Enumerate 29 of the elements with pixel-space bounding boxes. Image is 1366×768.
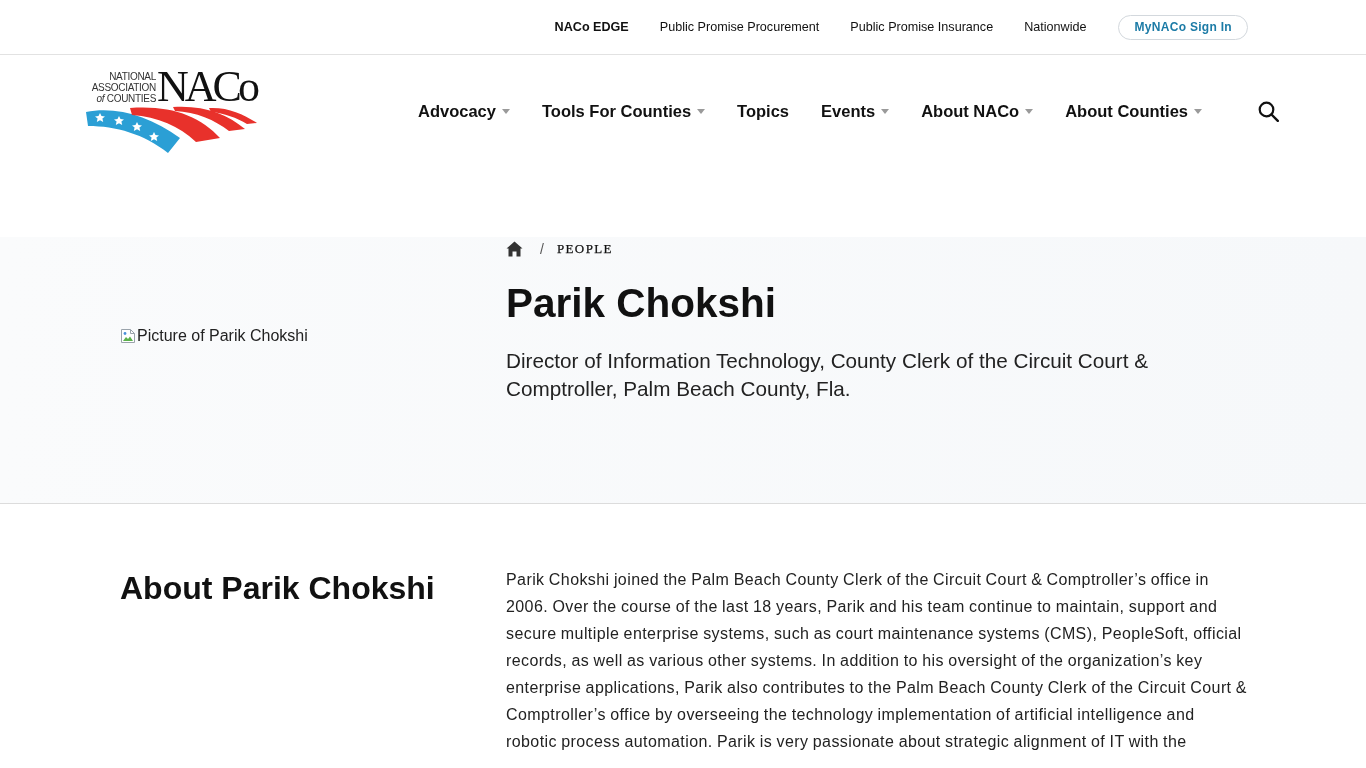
- nav-menu-item[interactable]: Events: [821, 101, 890, 121]
- caret-icon: [697, 108, 706, 114]
- logo-wordmark[interactable]: NACo: [157, 69, 256, 105]
- nav-menu-item[interactable]: About Counties: [1065, 101, 1203, 121]
- stars-and-stripes-icon[interactable]: [86, 105, 258, 153]
- home-icon[interactable]: [506, 241, 523, 257]
- top-bar-link[interactable]: NACo EDGE: [554, 20, 629, 34]
- top-bar-link[interactable]: Public Promise Insurance: [850, 20, 994, 34]
- nav-menu-item[interactable]: Topics: [737, 101, 790, 121]
- search-icon[interactable]: [1258, 100, 1279, 122]
- photo-alt-text: Picture of Parik Chokshi: [137, 326, 308, 345]
- person-name: Parik Chokshi: [506, 279, 778, 327]
- breadcrumb-link[interactable]: PEOPLE: [556, 241, 613, 257]
- sign-in-button[interactable]: MyNACo Sign In: [1118, 14, 1248, 40]
- bio-paragraph: Parik Chokshi joined the Palm Beach County Clerk of the Circuit Court & Comptroller’s office in 2006. Over the course of the last 18 years, Parik and his team continue to maintain, support and secure multiple enterprise systems, such as court maintenance systems (CMS), PeopleSoft, official records, as well as various other systems. In addition to his oversight of the organization’s key enterprise applications, Parik also contributes to the Palm Beach County Clerk of the Circuit Court & Comptroller’s office by overseeing the technology implementation of artificial intelligence and robotic process automation. Parik is very passionate about strategic alignment of IT with the: [506, 570, 1247, 752]
- caret-icon: [881, 108, 890, 114]
- nav-menu-item[interactable]: Advocacy: [418, 101, 510, 121]
- breadcrumb-separator: /: [540, 241, 544, 257]
- caret-icon: [1194, 108, 1203, 114]
- broken-image-icon: [120, 327, 136, 344]
- about-heading: About Parik Chokshi: [120, 569, 436, 608]
- nav-menu-item[interactable]: Tools For Counties: [541, 101, 706, 121]
- caret-icon: [1025, 108, 1034, 114]
- nav-menu-item[interactable]: About NACo: [921, 101, 1034, 121]
- top-bar-link[interactable]: Nationwide: [1024, 20, 1087, 34]
- logo-tagline[interactable]: NATIONAL ASSOCIATION of COUNTIES: [86, 71, 156, 104]
- person-title: Director of Information Technology, County Clerk of the Circuit Court & Comptroller, Palm Beach County, Fla.: [506, 348, 1149, 402]
- caret-icon: [501, 108, 510, 114]
- top-bar-link[interactable]: Public Promise Procurement: [659, 20, 820, 34]
